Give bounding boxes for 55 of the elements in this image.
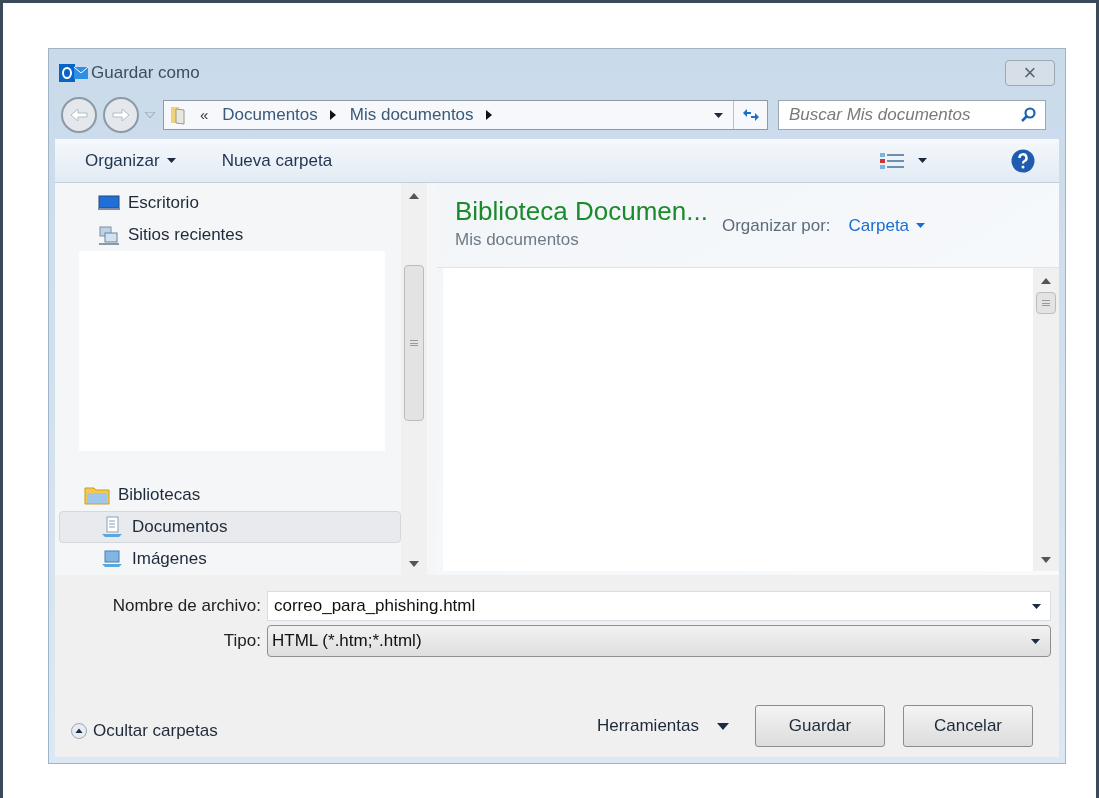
arrange-dropdown[interactable]: Carpeta	[848, 213, 926, 239]
caret-icon	[918, 158, 927, 163]
toolbar-button[interactable]: Organizar	[85, 147, 176, 174]
scroll-up-icon[interactable]	[1041, 278, 1051, 284]
nav-item[interactable]: Imágenes	[59, 543, 401, 575]
details-view-icon	[880, 151, 904, 170]
overflow-chevron[interactable]: «	[200, 103, 209, 127]
breadcrumb[interactable]: Mis documentos	[349, 102, 474, 128]
search-field[interactable]: Buscar Mis documentos	[778, 100, 1046, 130]
dropdown-icon	[1031, 638, 1040, 644]
nav-item[interactable]: Documentos	[59, 511, 401, 543]
caret-icon	[916, 223, 926, 229]
computer-icon	[98, 225, 120, 245]
scrollbar-thumb[interactable]	[1036, 292, 1056, 314]
search-icon	[1020, 107, 1036, 123]
tools-dropdown[interactable]: Herramientas	[596, 713, 729, 739]
folder-icon	[170, 105, 186, 125]
toolbar-button[interactable]: Nueva carpeta	[221, 147, 333, 174]
nav-item[interactable]: Escritorio	[59, 187, 401, 219]
left-arrow-icon	[70, 108, 88, 122]
document-icon	[100, 516, 124, 538]
caret-icon	[166, 158, 176, 163]
collapse-icon	[71, 723, 87, 739]
cancel-button[interactable]: Cancelar	[903, 705, 1033, 747]
picture-frame-icon	[100, 549, 124, 569]
breadcrumb-arrow-icon[interactable]	[329, 110, 336, 120]
close-button[interactable]: ×	[1005, 60, 1055, 86]
scroll-down-icon[interactable]	[1041, 557, 1051, 563]
filename-label: Nombre de archivo:	[111, 595, 262, 618]
library-title: Biblioteca Documen...	[455, 195, 708, 227]
nav-item[interactable]: Sitios recientes	[59, 219, 401, 251]
filename-field[interactable]: correo_para_phishing.html	[267, 591, 1051, 621]
type-dropdown[interactable]: HTML (*.htm;*.html)	[267, 625, 1051, 657]
breadcrumb[interactable]: Documentos	[222, 102, 318, 128]
save-button[interactable]: Guardar	[755, 705, 885, 747]
right-arrow-icon	[112, 108, 130, 122]
scroll-up-icon[interactable]	[409, 193, 419, 199]
view-options-button[interactable]	[880, 151, 927, 170]
mail-app-icon	[59, 62, 89, 84]
breadcrumb-arrow-icon[interactable]	[485, 110, 492, 120]
scroll-down-icon[interactable]	[409, 561, 419, 567]
address-dropdown-icon	[714, 112, 723, 118]
folder-icon	[84, 485, 110, 505]
hide-folders-button[interactable]: Ocultar carpetas	[71, 718, 218, 744]
arrange-label: Organizar por:	[721, 215, 831, 237]
library-subtitle: Mis documentos	[455, 229, 580, 251]
address-bar[interactable]: « Documentos Mis documentos	[163, 100, 768, 130]
help-icon[interactable]	[1011, 148, 1035, 173]
monitor-icon	[98, 195, 120, 211]
caret-icon	[717, 722, 729, 730]
window-title: Guardar como	[91, 62, 200, 85]
type-label: Tipo:	[222, 630, 262, 653]
scrollbar-thumb[interactable]	[404, 265, 424, 421]
nav-item[interactable]: Bibliotecas	[59, 479, 401, 511]
dropdown-icon	[1032, 604, 1041, 609]
